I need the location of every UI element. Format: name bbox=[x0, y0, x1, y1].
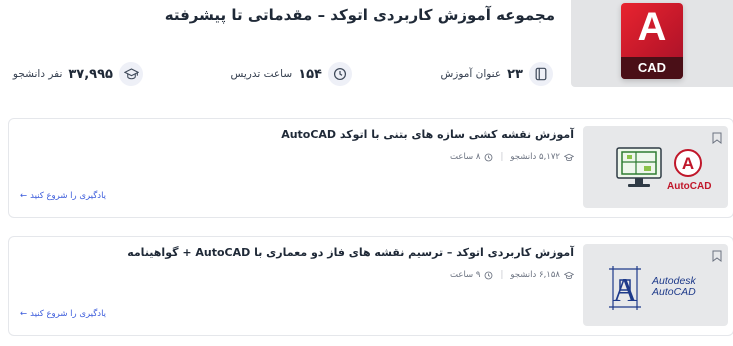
course-title[interactable]: آموزش کاربردی اتوکد – ترسیم نقشه های فاز… bbox=[127, 246, 574, 259]
stat-courses-label: عنوان آموزش bbox=[440, 68, 502, 80]
autocad-blueprint-logo: A bbox=[609, 266, 641, 310]
arrow-left-icon: ← bbox=[20, 309, 28, 319]
graduation-cap-icon bbox=[119, 62, 143, 86]
stat-courses-number: ۲۳ bbox=[507, 66, 523, 82]
logo-letter: A bbox=[637, 5, 667, 49]
stat-students-label: نفر دانشجو bbox=[12, 68, 63, 80]
stat-hours-label: ساعت تدریس bbox=[230, 68, 293, 80]
bookmark-icon[interactable] bbox=[712, 132, 722, 144]
thumbnail-caption: AutoCAD bbox=[667, 181, 712, 192]
clock-icon bbox=[485, 271, 493, 279]
meta-divider: | bbox=[500, 270, 504, 280]
logo-band-text: CAD bbox=[621, 57, 683, 79]
thumbnail-caption: Autodesk AutoCAD bbox=[652, 276, 696, 298]
stat-students-number: ۳۷,۹۹۵ bbox=[68, 66, 113, 82]
course-card[interactable]: A Autodesk AutoCAD آموزش کاربردی اتوکد –… bbox=[8, 236, 733, 336]
graduation-cap-icon bbox=[564, 153, 574, 161]
autocad-circle-icon: A bbox=[674, 149, 702, 177]
course-hours: ۹ ساعت bbox=[450, 270, 481, 280]
course-card[interactable]: A AutoCAD آموزش نقشه کشی سازه های بتنی ب… bbox=[8, 118, 733, 218]
graduation-cap-icon bbox=[564, 271, 574, 279]
clock-icon bbox=[485, 153, 493, 161]
course-thumbnail: A AutoCAD bbox=[583, 126, 728, 208]
start-learning-label: یادگیری را شروع کنید bbox=[30, 191, 107, 201]
svg-text:A: A bbox=[682, 154, 694, 173]
arrow-left-icon: ← bbox=[20, 191, 28, 201]
course-students: ۵,۱۷۲ دانشجو bbox=[510, 152, 560, 162]
bookmark-icon[interactable] bbox=[712, 250, 722, 262]
course-meta: ۶,۱۵۸ دانشجو | ۹ ساعت bbox=[450, 270, 574, 280]
course-hours: ۸ ساعت bbox=[450, 152, 481, 162]
book-icon bbox=[529, 62, 553, 86]
collection-thumbnail: A CAD bbox=[571, 0, 733, 87]
thumbnail-caption-line2: AutoCAD bbox=[652, 286, 696, 298]
start-learning-label: یادگیری را شروع کنید bbox=[30, 309, 107, 319]
stat-students: ۳۷,۹۹۵ نفر دانشجو bbox=[13, 62, 143, 86]
start-learning-link[interactable]: یادگیری را شروع کنید ← bbox=[20, 309, 106, 319]
clock-icon bbox=[328, 62, 352, 86]
stat-hours: ۱۵۴ ساعت تدریس bbox=[230, 62, 352, 86]
meta-divider: | bbox=[500, 152, 504, 162]
start-learning-link[interactable]: یادگیری را شروع کنید ← bbox=[20, 191, 106, 201]
course-meta: ۵,۱۷۲ دانشجو | ۸ ساعت bbox=[450, 152, 574, 162]
page-title: مجموعه آموزش کاربردی اتوکد – مقدماتی تا … bbox=[164, 6, 555, 24]
course-students: ۶,۱۵۸ دانشجو bbox=[510, 270, 560, 280]
stat-hours-number: ۱۵۴ bbox=[298, 66, 322, 82]
stat-courses: ۲۳ عنوان آموزش bbox=[440, 62, 553, 86]
course-title[interactable]: آموزش نقشه کشی سازه های بتنی با اتوکد Au… bbox=[281, 128, 574, 141]
course-thumbnail: A Autodesk AutoCAD bbox=[583, 244, 728, 326]
autocad-logo: A CAD bbox=[621, 3, 683, 79]
monitor-plan-icon bbox=[616, 147, 662, 187]
